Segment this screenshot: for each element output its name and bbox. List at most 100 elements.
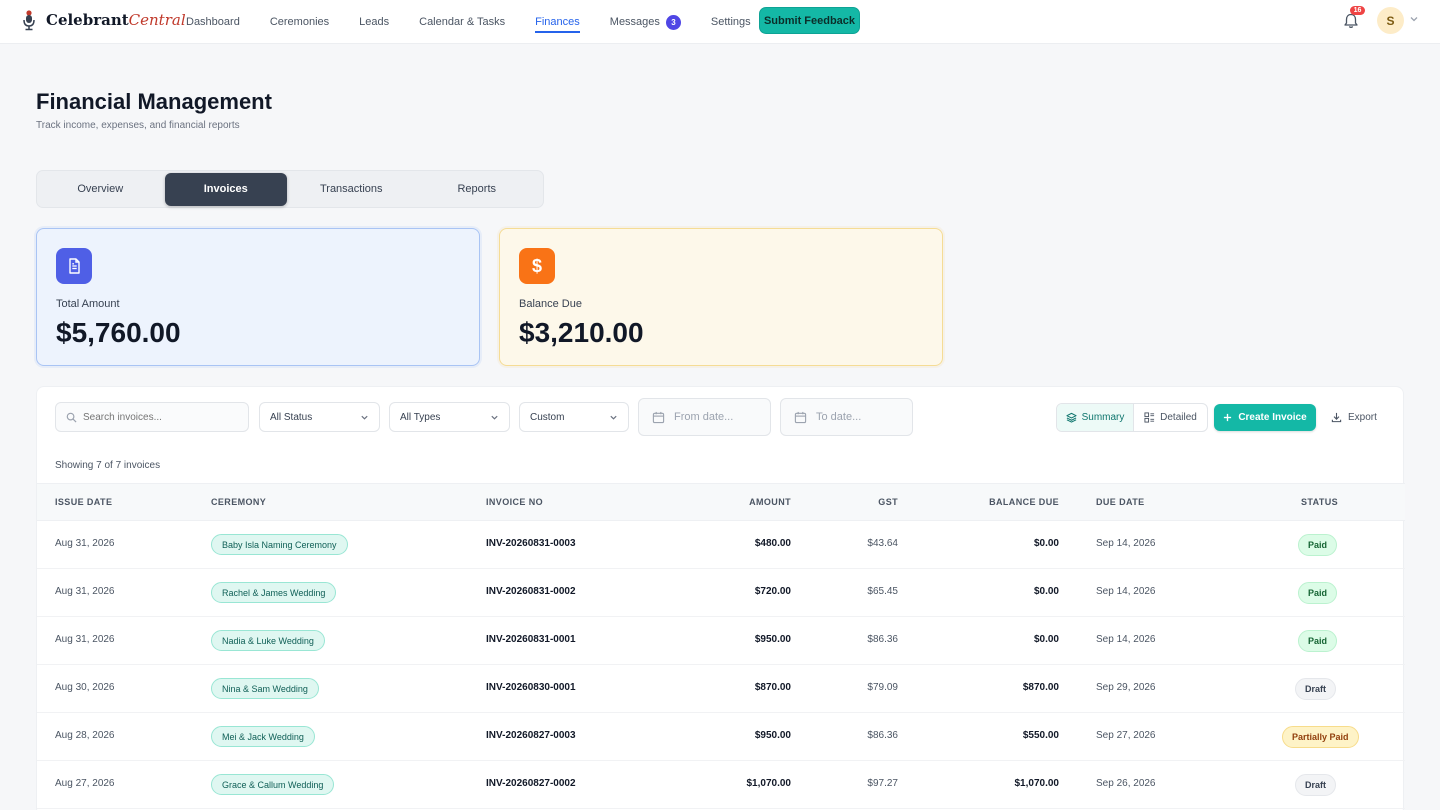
status-filter-value: All Status: [270, 411, 313, 423]
nav-finances[interactable]: Finances: [535, 16, 580, 33]
amount-cell: $1,070.00: [746, 778, 792, 789]
balance-due-cell: $0.00: [1033, 634, 1059, 645]
main-nav: Dashboard Ceremonies Leads Calendar & Ta…: [186, 0, 781, 44]
from-date-placeholder: From date...: [674, 411, 734, 423]
notification-count-badge: 16: [1350, 6, 1365, 15]
due-date-cell: Sep 14, 2026: [1096, 538, 1156, 549]
column-header-status[interactable]: STATUS: [1301, 497, 1338, 507]
nav-calendar-tasks[interactable]: Calendar & Tasks: [419, 16, 505, 28]
to-date-input[interactable]: To date...: [780, 398, 913, 436]
ceremony-tag[interactable]: Nadia & Luke Wedding: [211, 630, 325, 651]
nav-leads[interactable]: Leads: [359, 16, 389, 28]
invoice-number-cell[interactable]: INV-20260831-0002: [486, 586, 576, 597]
create-invoice-button[interactable]: Create Invoice: [1214, 404, 1316, 431]
to-date-placeholder: To date...: [816, 411, 862, 423]
detailed-view-button[interactable]: Detailed: [1134, 404, 1207, 431]
issue-date-cell: Aug 31, 2026: [55, 586, 115, 597]
search-icon: [66, 412, 77, 423]
invoice-number-cell[interactable]: INV-20260831-0001: [486, 634, 576, 645]
column-header-issue-date[interactable]: ISSUE DATE: [55, 497, 112, 507]
invoice-number-cell[interactable]: INV-20260830-0001: [486, 682, 576, 693]
status-badge: Partially Paid: [1282, 726, 1359, 748]
brand-logo[interactable]: CelebrantCentral: [20, 9, 186, 31]
ceremony-tag[interactable]: Grace & Callum Wedding: [211, 774, 335, 795]
chevron-down-icon[interactable]: [1409, 14, 1419, 24]
invoice-number-cell[interactable]: INV-20260827-0003: [486, 730, 576, 741]
tab-transactions[interactable]: Transactions: [290, 173, 413, 206]
due-date-cell: Sep 29, 2026: [1096, 682, 1156, 693]
issue-date-cell: Aug 30, 2026: [55, 682, 115, 693]
invoice-number-cell[interactable]: INV-20260827-0002: [486, 778, 576, 789]
date-range-value: Custom: [530, 411, 565, 423]
table-row[interactable]: Aug 27, 2026 Grace & Callum Wedding INV-…: [37, 761, 1405, 809]
search-box[interactable]: [55, 402, 249, 432]
column-header-balance-due[interactable]: BALANCE DUE: [989, 497, 1059, 507]
export-button[interactable]: Export: [1331, 404, 1377, 431]
invoice-number-cell[interactable]: INV-20260831-0003: [486, 538, 576, 549]
balance-due-card: $ Balance Due $3,210.00: [499, 228, 943, 366]
gst-cell: $43.64: [867, 538, 898, 549]
column-header-due-date[interactable]: DUE DATE: [1096, 497, 1145, 507]
download-icon: [1331, 412, 1342, 423]
status-filter-select[interactable]: All Status: [259, 402, 380, 432]
grid-list-icon: [1144, 412, 1155, 423]
microphone-icon: [23, 10, 35, 31]
type-filter-select[interactable]: All Types: [389, 402, 510, 432]
ceremony-tag[interactable]: Rachel & James Wedding: [211, 582, 337, 603]
column-header-amount[interactable]: AMOUNT: [749, 497, 791, 507]
tab-reports[interactable]: Reports: [416, 173, 539, 206]
nav-dashboard[interactable]: Dashboard: [186, 16, 240, 28]
balance-due-cell: $870.00: [1022, 682, 1059, 693]
amount-cell: $720.00: [754, 586, 791, 597]
tab-invoices[interactable]: Invoices: [164, 172, 287, 206]
balance-due-cell: $0.00: [1033, 586, 1059, 597]
nav-settings[interactable]: Settings: [711, 16, 751, 28]
results-count: Showing 7 of 7 invoices: [55, 460, 161, 471]
tab-overview[interactable]: Overview: [39, 173, 162, 206]
submit-feedback-button[interactable]: Submit Feedback: [759, 7, 860, 34]
dollar-icon: $: [519, 248, 555, 284]
due-date-cell: Sep 26, 2026: [1096, 778, 1156, 789]
table-row[interactable]: Aug 31, 2026 Baby Isla Naming Ceremony I…: [37, 521, 1405, 569]
table-row[interactable]: Aug 30, 2026 Nina & Sam Wedding INV-2026…: [37, 665, 1405, 713]
view-mode-toggle: Summary Detailed: [1056, 403, 1208, 432]
from-date-input[interactable]: From date...: [638, 398, 771, 436]
table-row[interactable]: Aug 28, 2026 Mei & Jack Wedding INV-2026…: [37, 713, 1405, 761]
chevron-down-icon: [610, 415, 617, 420]
ceremony-tag[interactable]: Baby Isla Naming Ceremony: [211, 534, 348, 555]
table-row[interactable]: Aug 31, 2026 Rachel & James Wedding INV-…: [37, 569, 1405, 617]
brand-name: CelebrantCentral: [46, 11, 186, 29]
status-badge: Paid: [1298, 630, 1338, 652]
type-filter-value: All Types: [400, 411, 441, 423]
nav-messages[interactable]: Messages 3: [610, 14, 681, 30]
ceremony-tag[interactable]: Mei & Jack Wedding: [211, 726, 315, 747]
issue-date-cell: Aug 31, 2026: [55, 538, 115, 549]
gst-cell: $97.27: [867, 778, 898, 789]
page-subtitle: Track income, expenses, and financial re…: [36, 120, 240, 131]
invoices-panel: All Status All Types Custom From date...…: [36, 386, 1405, 810]
status-badge: Paid: [1298, 582, 1338, 604]
balance-due-cell: $550.00: [1022, 730, 1059, 741]
table-row[interactable]: Aug 31, 2026 Nadia & Luke Wedding INV-20…: [37, 617, 1405, 665]
ceremony-tag[interactable]: Nina & Sam Wedding: [211, 678, 319, 699]
date-range-select[interactable]: Custom: [519, 402, 629, 432]
page-title: Financial Management: [36, 89, 272, 114]
balance-due-cell: $1,070.00: [1014, 778, 1060, 789]
column-header-invoice-no[interactable]: INVOICE NO: [486, 497, 543, 507]
calendar-icon: [794, 411, 807, 423]
total-amount-value: $5,760.00: [56, 317, 181, 348]
layers-icon: [1066, 412, 1077, 423]
column-header-ceremony[interactable]: CEREMONY: [211, 497, 266, 507]
status-badge: Paid: [1298, 534, 1338, 556]
chevron-down-icon: [361, 415, 368, 420]
summary-view-button[interactable]: Summary: [1057, 404, 1134, 431]
status-badge: Draft: [1295, 678, 1337, 700]
gst-cell: $86.36: [867, 730, 898, 741]
nav-ceremonies[interactable]: Ceremonies: [270, 16, 329, 28]
search-input[interactable]: [83, 411, 233, 423]
messages-count-badge: 3: [665, 14, 681, 30]
user-avatar[interactable]: S: [1377, 7, 1404, 34]
column-header-gst[interactable]: GST: [878, 497, 898, 507]
gst-cell: $65.45: [867, 586, 898, 597]
total-amount-card: Total Amount $5,760.00: [36, 228, 480, 366]
